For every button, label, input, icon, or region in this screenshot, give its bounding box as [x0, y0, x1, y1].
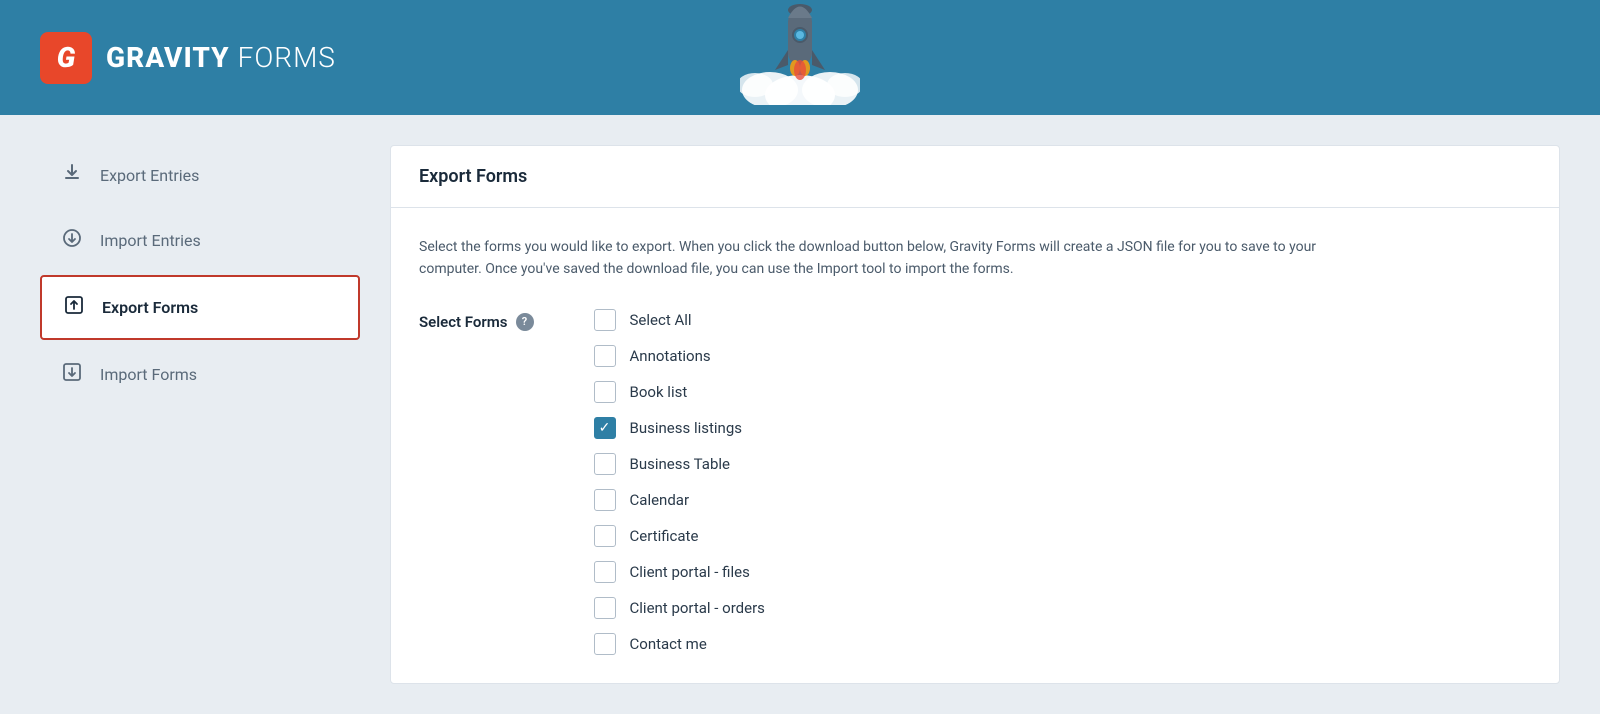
brand-gravity: GRAVITY	[106, 41, 230, 74]
checkbox-item-client-portal-orders[interactable]: Client portal - orders	[594, 597, 765, 619]
checkbox-item-book-list[interactable]: Book list	[594, 381, 765, 403]
checkbox-item-contact-me[interactable]: Contact me	[594, 633, 765, 655]
checkbox-item-annotations[interactable]: Annotations	[594, 345, 765, 367]
checkbox-item-calendar[interactable]: Calendar	[594, 489, 765, 511]
rocket-illustration	[740, 0, 860, 109]
logo-icon: G	[40, 32, 92, 84]
checkbox-label-select-all: Select All	[630, 311, 692, 329]
import-entries-icon	[60, 228, 84, 253]
checkbox-item-business-table[interactable]: Business Table	[594, 453, 765, 475]
export-entries-icon	[60, 163, 84, 188]
logo-area: G GRAVITY FORMS	[40, 32, 336, 84]
checkbox-item-certificate[interactable]: Certificate	[594, 525, 765, 547]
checkbox-annotations[interactable]	[594, 345, 616, 367]
main-layout: Export Entries Import Entries Export For…	[0, 115, 1600, 714]
panel-body: Select the forms you would like to expor…	[391, 208, 1559, 683]
select-forms-text: Select Forms	[419, 313, 508, 331]
checkbox-label-client-portal-orders: Client portal - orders	[630, 599, 765, 617]
checkbox-label-certificate: Certificate	[630, 527, 699, 545]
checkbox-item-select-all[interactable]: Select All	[594, 309, 765, 331]
sidebar-item-import-forms[interactable]: Import Forms	[40, 344, 360, 405]
app-header: G GRAVITY FORMS	[0, 0, 1600, 115]
checkbox-calendar[interactable]	[594, 489, 616, 511]
checkbox-select-all[interactable]	[594, 309, 616, 331]
panel-description: Select the forms you would like to expor…	[419, 236, 1319, 281]
sidebar: Export Entries Import Entries Export For…	[40, 145, 360, 684]
checkbox-label-annotations: Annotations	[630, 347, 711, 365]
help-icon[interactable]: ?	[516, 313, 534, 331]
checkbox-label-book-list: Book list	[630, 383, 688, 401]
select-forms-label: Select Forms ?	[419, 313, 534, 331]
checkbox-label-client-portal-files: Client portal - files	[630, 563, 750, 581]
checkbox-label-calendar: Calendar	[630, 491, 690, 509]
checkbox-business-listings[interactable]: ✓	[594, 417, 616, 439]
checkbox-business-table[interactable]	[594, 453, 616, 475]
select-forms-row: Select Forms ? Select All Annotations	[419, 309, 1531, 655]
sidebar-item-import-entries-label: Import Entries	[100, 231, 201, 250]
checkbox-label-business-listings: Business listings	[630, 419, 743, 437]
checkbox-certificate[interactable]	[594, 525, 616, 547]
export-forms-icon	[62, 295, 86, 320]
brand-forms: FORMS	[238, 41, 336, 74]
content-panel: Export Forms Select the forms you would …	[390, 145, 1560, 684]
sidebar-item-export-entries-label: Export Entries	[100, 166, 199, 185]
sidebar-item-export-forms[interactable]: Export Forms	[40, 275, 360, 340]
checkbox-item-business-listings[interactable]: ✓ Business listings	[594, 417, 765, 439]
checkbox-list: Select All Annotations Book list ✓	[594, 309, 765, 655]
checkbox-book-list[interactable]	[594, 381, 616, 403]
checkbox-label-business-table: Business Table	[630, 455, 730, 473]
logo-text: GRAVITY FORMS	[106, 41, 336, 74]
import-forms-icon	[60, 362, 84, 387]
sidebar-item-export-forms-label: Export Forms	[102, 298, 198, 317]
checkbox-label-contact-me: Contact me	[630, 635, 707, 653]
checkbox-client-portal-files[interactable]	[594, 561, 616, 583]
sidebar-item-import-forms-label: Import Forms	[100, 365, 197, 384]
checkbox-client-portal-orders[interactable]	[594, 597, 616, 619]
checkbox-contact-me[interactable]	[594, 633, 616, 655]
sidebar-item-export-entries[interactable]: Export Entries	[40, 145, 360, 206]
sidebar-item-import-entries[interactable]: Import Entries	[40, 210, 360, 271]
panel-header: Export Forms	[391, 146, 1559, 208]
panel-title: Export Forms	[419, 166, 1531, 187]
checkbox-item-client-portal-files[interactable]: Client portal - files	[594, 561, 765, 583]
